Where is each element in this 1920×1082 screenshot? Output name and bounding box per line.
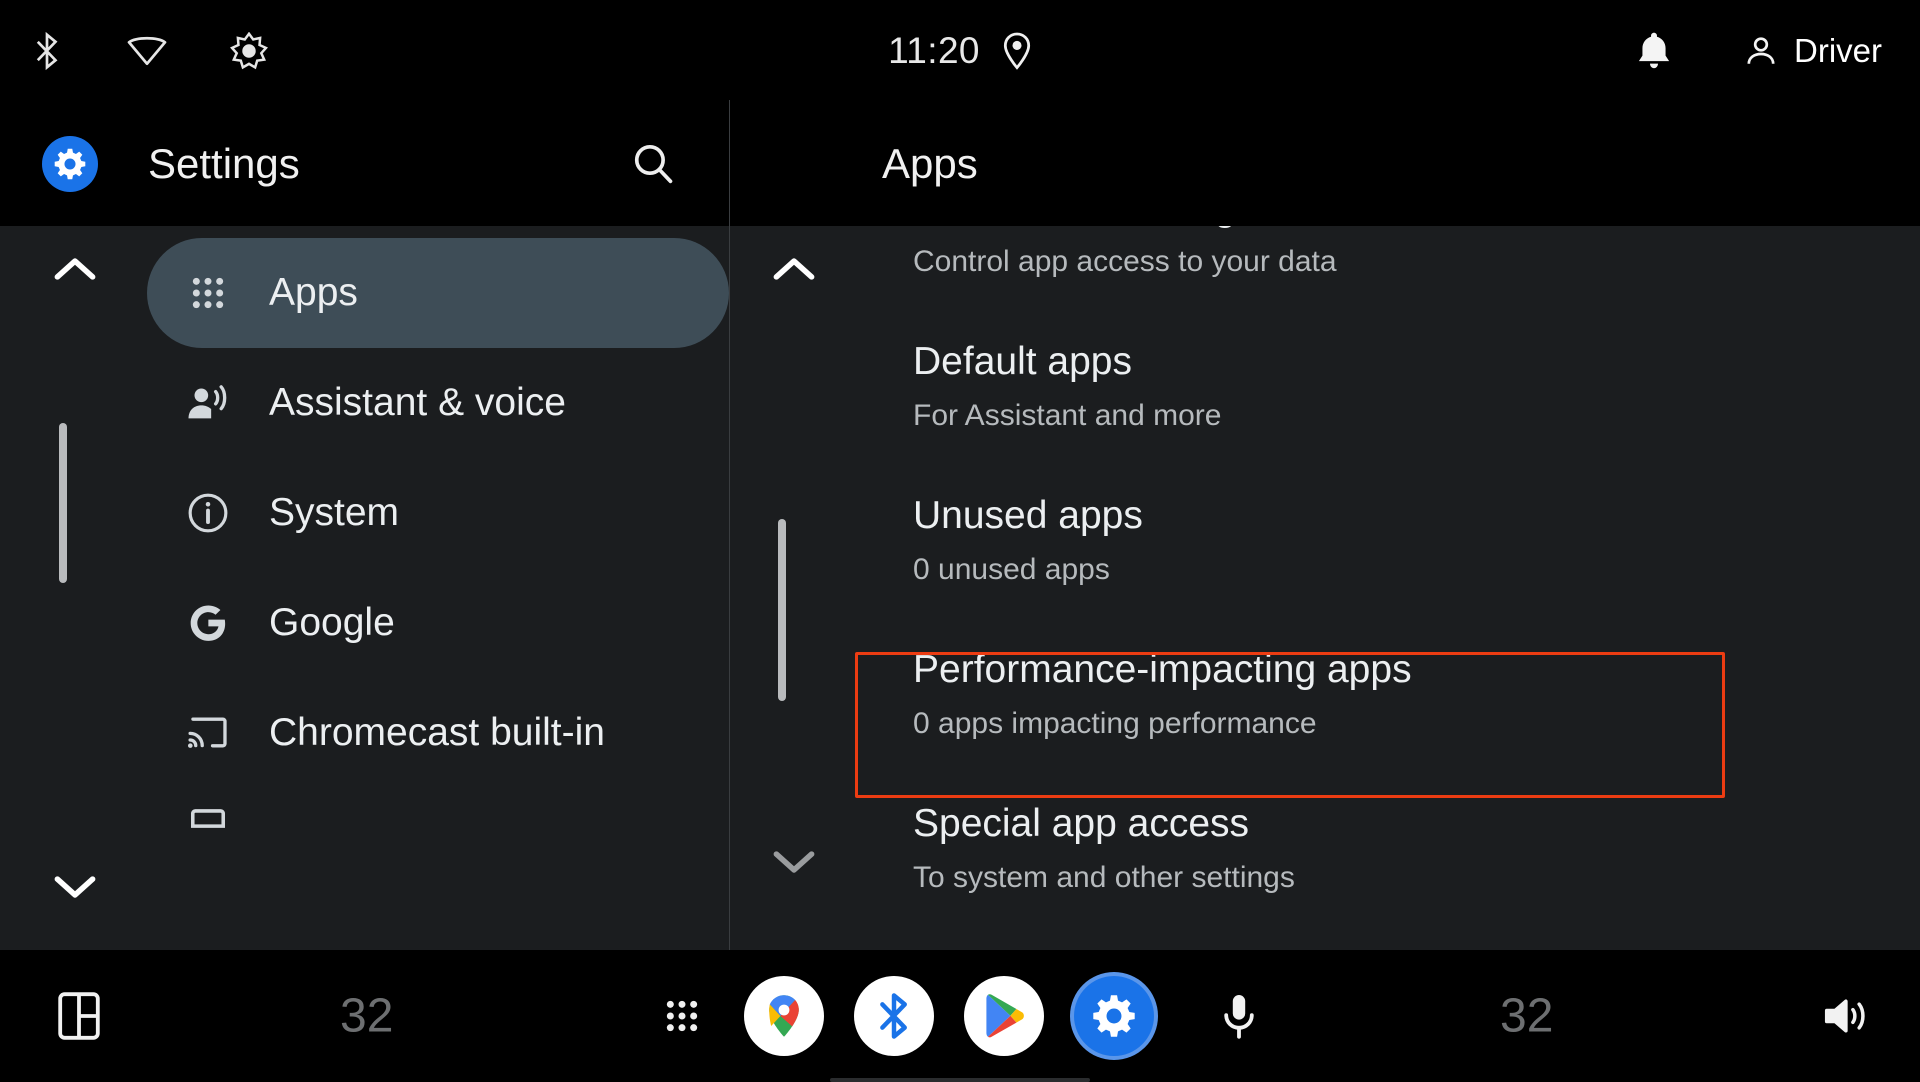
page-title: Settings [148,140,300,187]
settings-gear-icon[interactable] [1074,976,1154,1056]
pref-subtitle: 0 apps impacting performance [913,707,1317,740]
settings-gear-icon [42,136,98,192]
pref-item-default-apps[interactable]: Default apps For Assistant and more [913,312,1920,466]
settings-header: Settings [0,102,729,226]
temperature-left[interactable]: 32 [340,989,393,1044]
sidebar-item-chromecast-built-in[interactable]: Chromecast built-in [147,678,729,788]
apps-grid-icon[interactable] [655,989,709,1043]
bell-icon[interactable] [1636,31,1672,71]
sidebar-item-label: Google [269,601,395,644]
sidebar-item-label: Chromecast built-in [269,711,605,754]
pref-subtitle: 0 unused apps [913,553,1110,586]
split-screen-icon[interactable] [48,985,110,1047]
pref-item-unused-apps[interactable]: Unused apps 0 unused apps [913,466,1920,620]
pref-title: Special app access [913,802,1250,845]
pref-item-performance-impacting-apps[interactable]: Performance-impacting apps 0 apps impact… [913,620,1920,774]
sidebar-scroll-down-button[interactable] [40,851,110,921]
pref-title: Default apps [913,340,1132,383]
user-profile[interactable]: Driver [1744,32,1882,70]
assistant-voice-icon [180,375,236,431]
sidebar-scrollbar-thumb[interactable] [59,423,67,583]
sidebar-item-label: Assistant & voice [269,381,566,424]
pref-subtitle: Control app access to your data [913,245,1337,278]
temperature-right[interactable]: 32 [1500,989,1553,1044]
pref-item-permission-manager[interactable]: Permission manager Control app access to… [913,226,1920,312]
search-icon[interactable] [625,136,681,192]
sidebar-item-partial-next[interactable] [147,788,729,848]
content-scroll-down-button[interactable] [759,826,829,896]
pref-subtitle: For Assistant and more [913,399,1222,432]
pref-subtitle: To system and other settings [913,861,1295,894]
volume-up-icon[interactable] [1818,987,1876,1045]
content-pane-title: Apps [882,140,978,187]
microphone-icon[interactable] [1212,989,1266,1043]
pref-title: Permission manager [913,226,1920,236]
user-name-label: Driver [1794,32,1882,69]
home-indicator [830,1078,1090,1082]
sidebar-item-system[interactable]: System [147,458,729,568]
app-header: Settings Apps [0,102,1920,226]
sidebar-item-apps[interactable]: Apps [147,238,729,348]
google-maps-icon[interactable] [744,976,824,1056]
nav-app-shortcuts [744,976,1154,1056]
location-pin-icon [1002,32,1032,70]
google-g-icon [180,595,236,651]
cast-icon [180,705,236,761]
pref-item-special-app-access[interactable]: Special app access To system and other s… [913,774,1920,928]
automotive-settings-screen: 11:20 Driver Settings Apps Apps Assistan… [0,0,1920,1082]
preference-list: Permission manager Control app access to… [913,226,1920,928]
pref-title: Unused apps [913,494,1143,537]
content-scroll-rail [746,226,842,950]
bottom-nav-bar: 32 32 [0,950,1920,1082]
sidebar-nav-list: Apps Assistant & voice System Google Chr… [147,238,729,848]
sidebar-item-google[interactable]: Google [147,568,729,678]
bluetooth-icon[interactable] [854,976,934,1056]
content-scroll-up-button[interactable] [759,235,829,305]
info-circle-icon [180,485,236,541]
clock: 11:20 [888,30,980,71]
sidebar-item-label: System [269,491,400,534]
sidebar-scroll-up-button[interactable] [40,235,110,305]
status-bar-right: Driver [1636,0,1882,102]
partial-icon [180,788,236,844]
content-scrollbar-thumb[interactable] [778,519,786,701]
google-play-icon[interactable] [964,976,1044,1056]
person-icon [1744,34,1778,68]
sidebar-item-label: Apps [269,271,358,314]
sidebar-scroll-rail [27,226,123,950]
sidebar-item-assistant-voice[interactable]: Assistant & voice [147,348,729,458]
pref-title: Performance-impacting apps [913,648,1412,691]
content-pane: Permission manager Control app access to… [730,226,1920,950]
sidebar-pane: Apps Assistant & voice System Google Chr… [0,226,729,950]
body-area: Apps Assistant & voice System Google Chr… [0,100,1920,950]
status-bar-center: 11:20 [0,0,1920,102]
status-bar: 11:20 Driver [0,0,1920,102]
content-header: Apps [729,102,1920,226]
apps-grid-icon [180,265,236,321]
